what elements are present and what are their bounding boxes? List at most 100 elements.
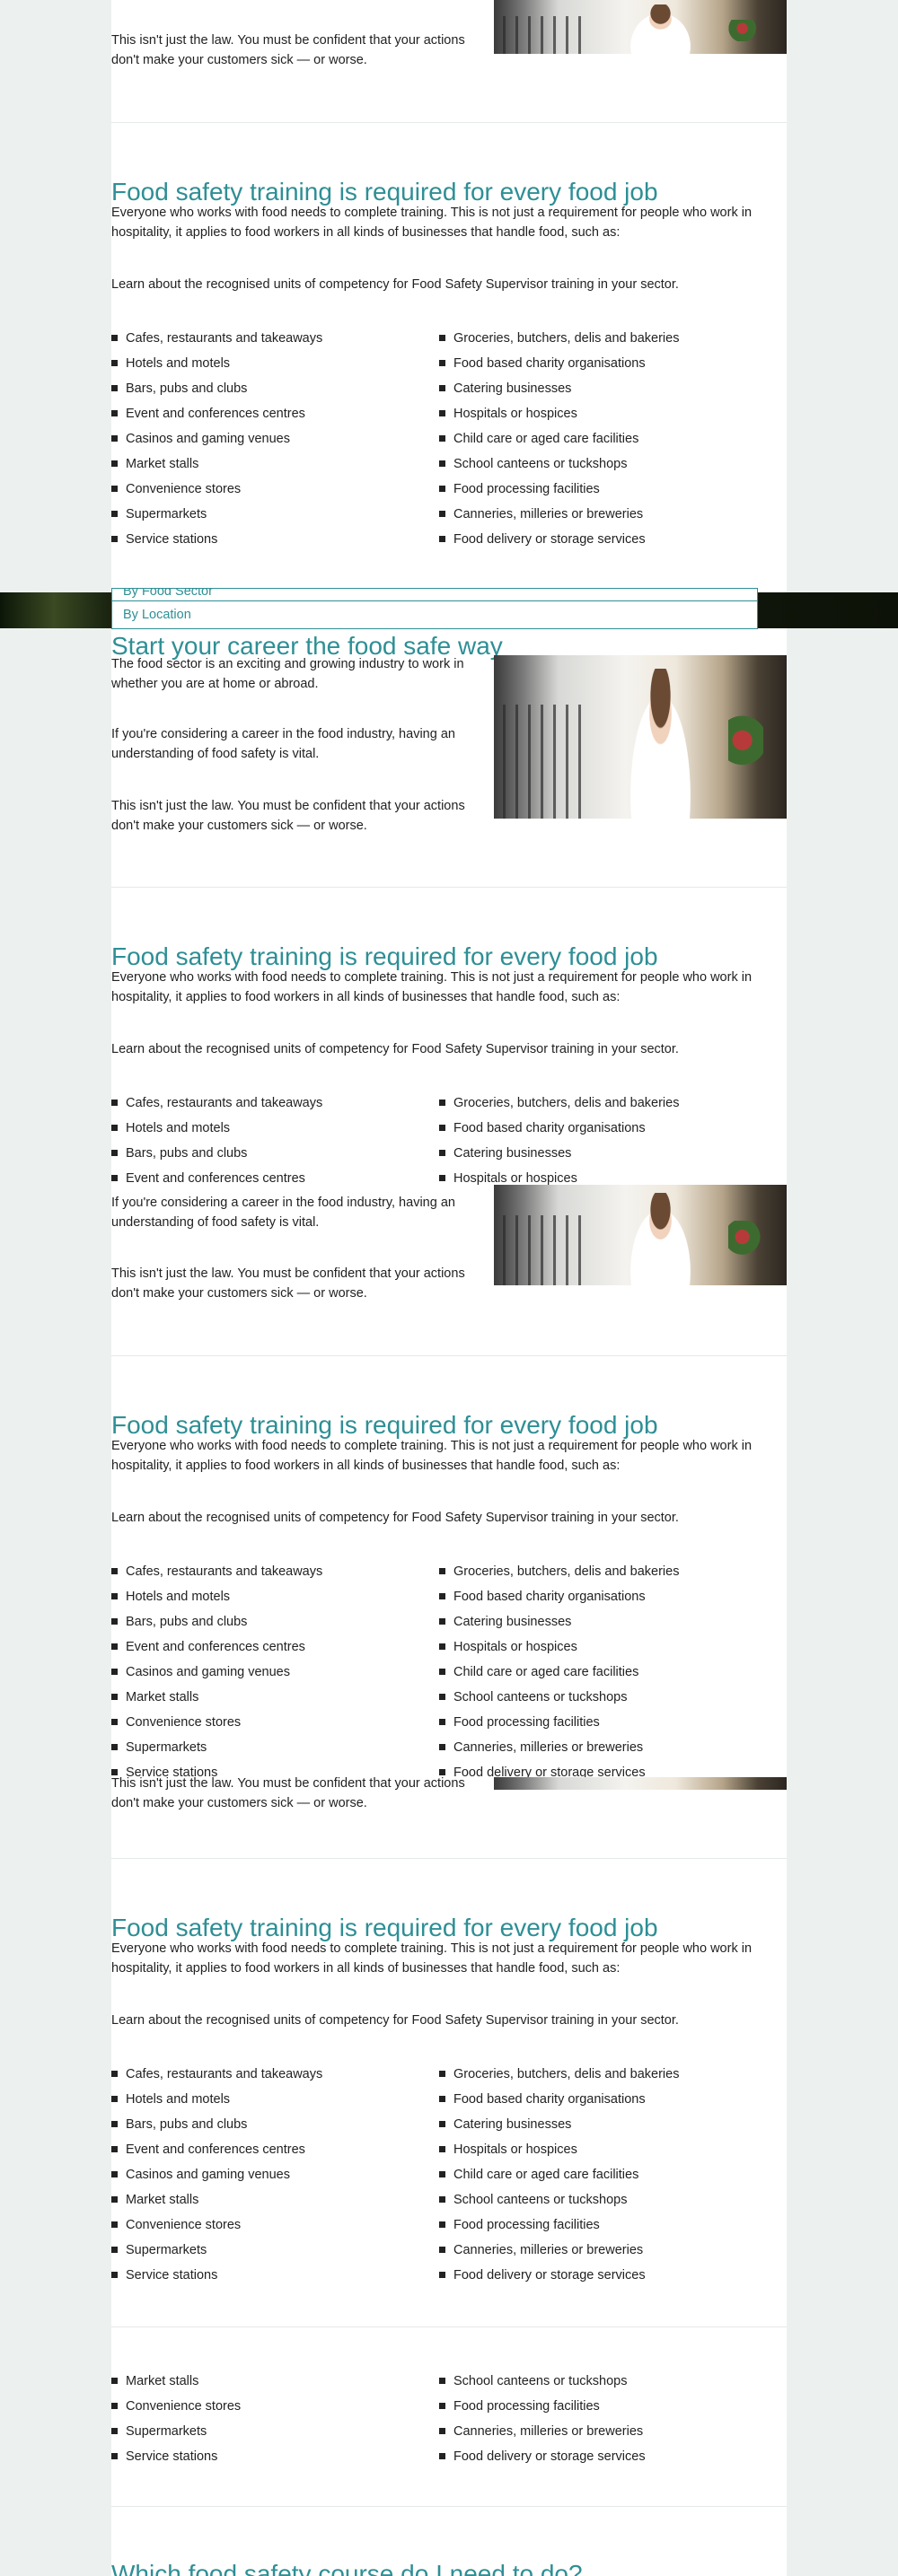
intro-p1: The food sector is an exciting and growi…: [111, 657, 464, 691]
food-business-list-right: Groceries, butchers, delis and bakeries …: [439, 2064, 780, 2291]
list-item: Food based charity organisations: [439, 1118, 780, 1143]
photo-chairs: [502, 1214, 585, 1285]
intro-p3: This isn't just the law. You must be con…: [111, 1266, 465, 1301]
hero-photo: [494, 1777, 787, 1790]
list-item: School canteens or tuckshops: [439, 2371, 780, 2396]
training-p1: Everyone who works with food needs to co…: [111, 1439, 753, 1473]
hero-photo: [494, 1185, 787, 1285]
list-item: Food based charity organisations: [439, 354, 780, 379]
list-item: Food delivery or storage services: [439, 2447, 780, 2472]
list-item: Hospitals or hospices: [439, 1637, 780, 1662]
list-item: Supermarkets: [111, 2422, 435, 2447]
list-item: Canneries, milleries or breweries: [439, 2422, 780, 2447]
food-business-list-left: Market stalls Convenience stores Superma…: [111, 2371, 435, 2472]
list-item: Food processing facilities: [439, 2215, 780, 2240]
training-p1: Everyone who works with food needs to co…: [111, 1941, 753, 1976]
list-item: Food based charity organisations: [439, 1587, 780, 1612]
list-item: Groceries, butchers, delis and bakeries: [439, 1562, 780, 1587]
list-item: Bars, pubs and clubs: [111, 2115, 435, 2140]
list-item: Service stations: [111, 2265, 435, 2291]
list-item: Food processing facilities: [439, 1713, 780, 1738]
list-item: Casinos and gaming venues: [111, 429, 435, 454]
list-item: Cafes, restaurants and takeaways: [111, 329, 435, 354]
training-lists: Market stalls Convenience stores Superma…: [111, 2371, 787, 2479]
photo-person: [622, 668, 700, 819]
list-item: Food processing facilities: [439, 2396, 780, 2422]
list-item: Supermarkets: [111, 504, 435, 530]
list-item: Market stalls: [111, 2371, 435, 2396]
food-business-list-right: Groceries, butchers, delis and bakeries …: [439, 1562, 780, 1788]
list-item: Event and conferences centres: [111, 2140, 435, 2165]
list-item: Bars, pubs and clubs: [111, 379, 435, 404]
intro-p2: If you're considering a career in the fo…: [111, 1196, 455, 1230]
photo-chairs: [502, 704, 585, 819]
list-item: Groceries, butchers, delis and bakeries: [439, 1093, 780, 1118]
list-item: Event and conferences centres: [111, 1169, 435, 1194]
list-item: Catering businesses: [439, 1143, 780, 1169]
photo-person: [622, 4, 700, 54]
training-p1: Everyone who works with food needs to co…: [111, 970, 753, 1004]
divider: [111, 1858, 787, 1859]
list-item: Casinos and gaming venues: [111, 1662, 435, 1687]
intro-p3: This isn't just the law. You must be con…: [111, 1776, 465, 1810]
training-lists: Cafes, restaurants and takeaways Hotels …: [111, 2064, 787, 2298]
next-section-title: Which food safety course do I need to do…: [111, 2560, 583, 2576]
list-item: Convenience stores: [111, 2215, 435, 2240]
list-item: Service stations: [111, 530, 435, 555]
food-business-list-left: Cafes, restaurants and takeaways Hotels …: [111, 1562, 435, 1788]
list-item: Casinos and gaming venues: [111, 2165, 435, 2190]
list-item: Catering businesses: [439, 379, 780, 404]
list-item: Hotels and motels: [111, 2090, 435, 2115]
food-business-list-left: Cafes, restaurants and takeaways Hotels …: [111, 329, 435, 555]
list-item: Event and conferences centres: [111, 404, 435, 429]
training-p1: Everyone who works with food needs to co…: [111, 206, 753, 240]
list-item: Convenience stores: [111, 479, 435, 504]
list-item: Cafes, restaurants and takeaways: [111, 1093, 435, 1118]
list-item: Event and conferences centres: [111, 1637, 435, 1662]
food-business-list-right: Groceries, butchers, delis and bakeries …: [439, 1093, 780, 1194]
dropdown-option-by-location[interactable]: By Location: [112, 601, 757, 628]
list-item: School canteens or tuckshops: [439, 1687, 780, 1713]
training-p2: Learn about the recognised units of comp…: [111, 1042, 679, 1056]
list-item: Child care or aged care facilities: [439, 1662, 780, 1687]
photo-person: [622, 1192, 700, 1285]
divider: [111, 1355, 787, 1356]
list-item: Child care or aged care facilities: [439, 2165, 780, 2190]
photo-plant: [727, 1221, 763, 1262]
training-p2: Learn about the recognised units of comp…: [111, 277, 679, 292]
list-item: Hospitals or hospices: [439, 404, 780, 429]
list-item: Market stalls: [111, 2190, 435, 2215]
list-item: Hotels and motels: [111, 1118, 435, 1143]
photo-plant: [727, 19, 763, 41]
list-item: Convenience stores: [111, 1713, 435, 1738]
training-lists: Cafes, restaurants and takeaways Hotels …: [111, 1562, 787, 1795]
food-business-list-right: School canteens or tuckshops Food proces…: [439, 2371, 780, 2472]
list-item: Market stalls: [111, 454, 435, 479]
course-finder-dropdown[interactable]: By Food Sector By Location: [111, 588, 758, 629]
list-item: Hotels and motels: [111, 354, 435, 379]
list-item: Food processing facilities: [439, 479, 780, 504]
intro-p2: If you're considering a career in the fo…: [111, 727, 455, 761]
intro-p3: This isn't just the law. You must be con…: [111, 33, 465, 67]
dropdown-option-by-food-sector[interactable]: By Food Sector: [112, 589, 757, 601]
training-lists: Cafes, restaurants and takeaways Hotels …: [111, 1093, 787, 1194]
list-item: Groceries, butchers, delis and bakeries: [439, 329, 780, 354]
list-item: Market stalls: [111, 1687, 435, 1713]
intro-p3: This isn't just the law. You must be con…: [111, 799, 465, 833]
list-item: Bars, pubs and clubs: [111, 1143, 435, 1169]
list-item: School canteens or tuckshops: [439, 454, 780, 479]
list-item: Bars, pubs and clubs: [111, 1612, 435, 1637]
hero-photo: [494, 655, 787, 819]
list-item: Catering businesses: [439, 2115, 780, 2140]
training-p2: Learn about the recognised units of comp…: [111, 2013, 679, 2028]
list-item: Service stations: [111, 2447, 435, 2472]
food-business-list-left: Cafes, restaurants and takeaways Hotels …: [111, 2064, 435, 2291]
list-item: Catering businesses: [439, 1612, 780, 1637]
photo-plant: [727, 714, 763, 780]
list-item: Groceries, butchers, delis and bakeries: [439, 2064, 780, 2090]
list-item: Hospitals or hospices: [439, 2140, 780, 2165]
hero-photo: [494, 0, 787, 54]
divider: [111, 887, 787, 888]
food-business-list-right: Groceries, butchers, delis and bakeries …: [439, 329, 780, 555]
training-lists: Cafes, restaurants and takeaways Hotels …: [111, 329, 787, 562]
